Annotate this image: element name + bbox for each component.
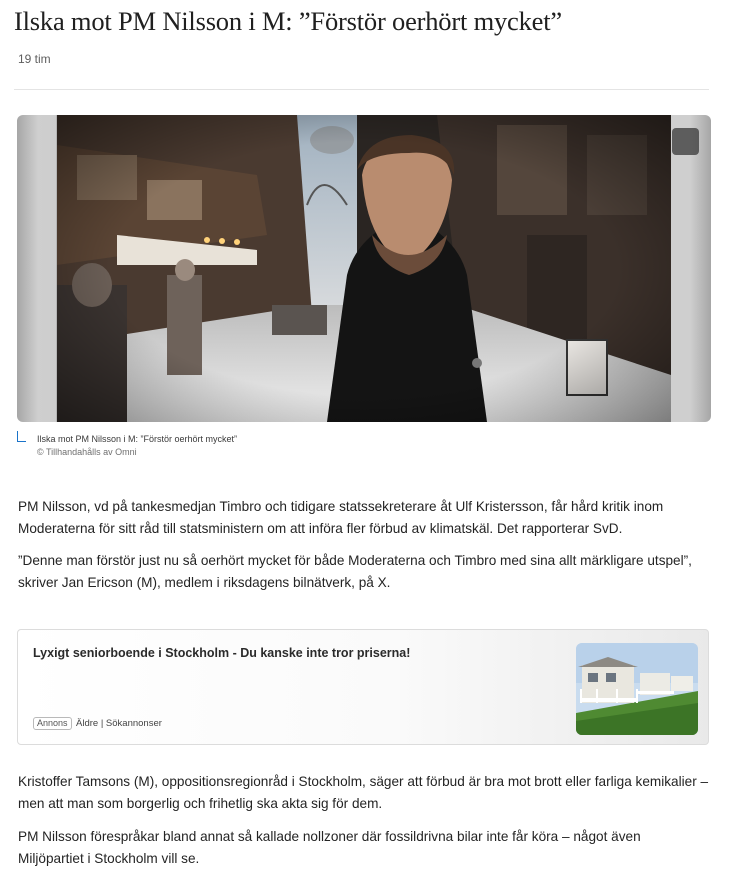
article-paragraph: PM Nilsson förespråkar bland annat så ka…	[18, 829, 641, 866]
image-caption: Ilska mot PM Nilsson i M: ”Förstör oerhö…	[37, 434, 238, 444]
expand-image-button[interactable]	[672, 128, 699, 155]
ad-sponsor: Äldre | Sökannonser	[76, 718, 162, 729]
ad-thumbnail[interactable]	[576, 643, 698, 735]
ad-title[interactable]: Lyxigt seniorboende i Stockholm - Du kan…	[33, 646, 410, 660]
article-title: Ilska mot PM Nilsson i M: ”Förstör oerhö…	[14, 6, 562, 36]
photo-image	[57, 115, 671, 422]
article-paragraph: Kristoffer Tamsons (M), oppositionsregio…	[18, 774, 709, 811]
article-photo[interactable]	[17, 115, 711, 422]
ad-badge: Annons	[33, 717, 72, 730]
sponsored-ad-card[interactable]: Lyxigt seniorboende i Stockholm - Du kan…	[17, 629, 709, 745]
ad-thumbnail-image	[576, 643, 698, 735]
article-paragraph: ”Denne man förstör just nu så oerhört my…	[18, 553, 692, 590]
image-credit: © Tillhandahålls av Omni	[37, 447, 137, 457]
header-divider	[14, 89, 709, 90]
article-timestamp: 19 tim	[18, 52, 51, 66]
caption-marker	[17, 431, 26, 442]
article-paragraph: PM Nilsson, vd på tankesmedjan Timbro oc…	[18, 499, 664, 536]
